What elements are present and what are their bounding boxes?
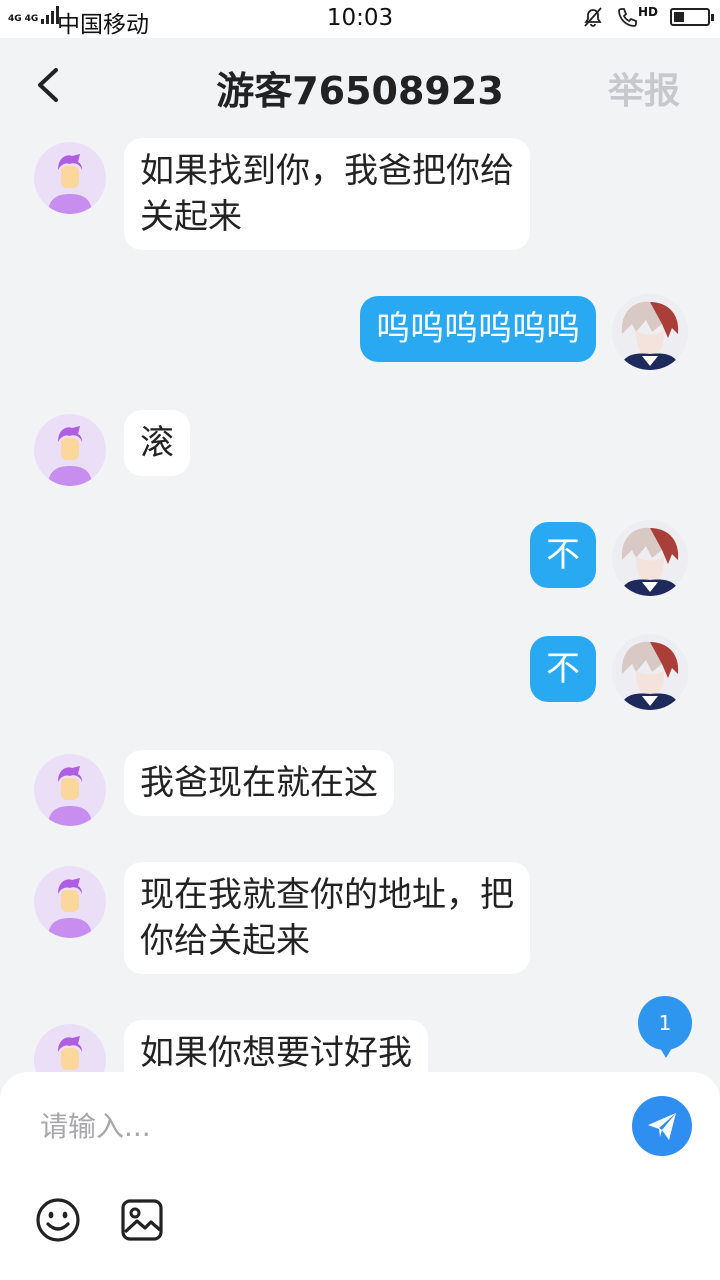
user-avatar-icon	[612, 520, 688, 596]
message-input[interactable]	[40, 1102, 600, 1150]
report-button[interactable]: 举报	[608, 62, 680, 114]
message-bubble[interactable]: 现在我就查你的地址，把 你给关起来	[124, 862, 530, 974]
message-text-line: 不	[546, 649, 580, 689]
mute-bell-icon	[584, 7, 602, 27]
avatar[interactable]	[34, 754, 106, 826]
user-avatar-icon	[48, 154, 92, 214]
message-list[interactable]: 如果找到你，我爸把你给 关起来 呜呜呜呜呜呜 滚 不 不 我爸现在就在这 现在我…	[0, 132, 720, 1072]
user-avatar-icon	[48, 766, 92, 826]
message-text-line: 我爸现在就在这	[140, 763, 378, 803]
message-text-line: 你给关起来	[140, 921, 310, 961]
input-panel	[0, 1072, 720, 1280]
chat-header: 游客76508923 举报	[0, 38, 720, 132]
avatar[interactable]	[612, 294, 688, 370]
battery-icon	[670, 8, 714, 26]
emoji-icon	[36, 1198, 80, 1242]
avatar[interactable]	[612, 520, 688, 596]
avatar[interactable]	[34, 1024, 106, 1072]
emoji-button[interactable]	[34, 1196, 82, 1244]
send-icon	[648, 1113, 676, 1140]
image-icon	[121, 1199, 163, 1241]
message-bubble[interactable]: 如果找到你，我爸把你给 关起来	[124, 138, 530, 250]
message-text-line: 呜呜呜呜呜呜	[376, 309, 580, 349]
message-text-line: 不	[546, 535, 580, 575]
user-avatar-icon	[48, 426, 92, 486]
status-bar: 4G 4G 中国移动 10:03 HD	[0, 0, 720, 38]
user-avatar-icon	[612, 294, 688, 370]
avatar[interactable]	[34, 414, 106, 486]
user-avatar-icon	[48, 878, 92, 938]
user-avatar-icon	[612, 634, 688, 710]
image-button[interactable]	[118, 1196, 166, 1244]
unread-count-badge[interactable]: 1	[638, 996, 692, 1058]
hd-label: HD	[637, 5, 658, 19]
message-bubble[interactable]: 不	[530, 522, 596, 588]
avatar[interactable]	[612, 634, 688, 710]
message-text-line: 滚	[140, 423, 174, 463]
message-bubble[interactable]: 我爸现在就在这	[124, 750, 394, 816]
hd-call-icon: HD	[616, 6, 658, 28]
send-button[interactable]	[632, 1096, 692, 1156]
message-text-line: 现在我就查你的地址，把	[140, 875, 514, 915]
message-text-line: 如果找到你，我爸把你给	[140, 151, 514, 191]
user-avatar-icon	[58, 1036, 82, 1070]
message-bubble[interactable]: 滚	[124, 410, 190, 476]
avatar[interactable]	[34, 866, 106, 938]
message-bubble[interactable]: 不	[530, 636, 596, 702]
message-text-line: 如果你想要讨好我	[140, 1033, 412, 1072]
message-bubble[interactable]: 如果你想要讨好我	[124, 1020, 428, 1072]
message-bubble[interactable]: 呜呜呜呜呜呜	[360, 296, 596, 362]
avatar[interactable]	[34, 142, 106, 214]
message-text-line: 关起来	[140, 197, 242, 237]
